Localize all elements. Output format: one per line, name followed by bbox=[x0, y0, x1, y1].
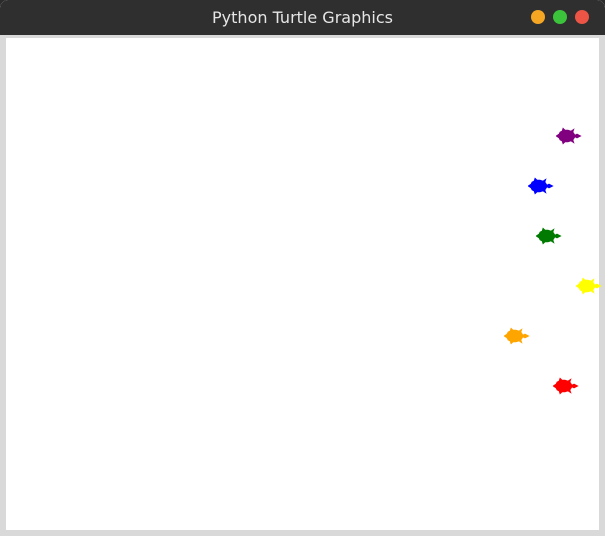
turtle-shape-yellow bbox=[576, 277, 602, 295]
turtle-yellow bbox=[576, 277, 602, 295]
turtle-canvas[interactable] bbox=[6, 38, 602, 530]
maximize-button[interactable] bbox=[553, 10, 567, 24]
canvas-frame bbox=[4, 36, 602, 532]
turtle-blue bbox=[528, 177, 554, 195]
turtle-purple bbox=[556, 127, 582, 145]
window-title: Python Turtle Graphics bbox=[212, 8, 393, 27]
turtle-shape-purple bbox=[556, 127, 582, 145]
minimize-button[interactable] bbox=[531, 10, 545, 24]
turtle-shape-blue bbox=[528, 177, 554, 195]
turtle-red bbox=[553, 377, 579, 395]
turtle-shape-orange bbox=[504, 327, 530, 345]
turtle-shape-red bbox=[553, 377, 579, 395]
turtle-orange bbox=[504, 327, 530, 345]
turtle-window: Python Turtle Graphics bbox=[0, 0, 605, 536]
close-button[interactable] bbox=[575, 10, 589, 24]
title-bar[interactable]: Python Turtle Graphics bbox=[0, 0, 605, 35]
turtle-green bbox=[536, 227, 562, 245]
turtle-shape-green bbox=[536, 227, 562, 245]
